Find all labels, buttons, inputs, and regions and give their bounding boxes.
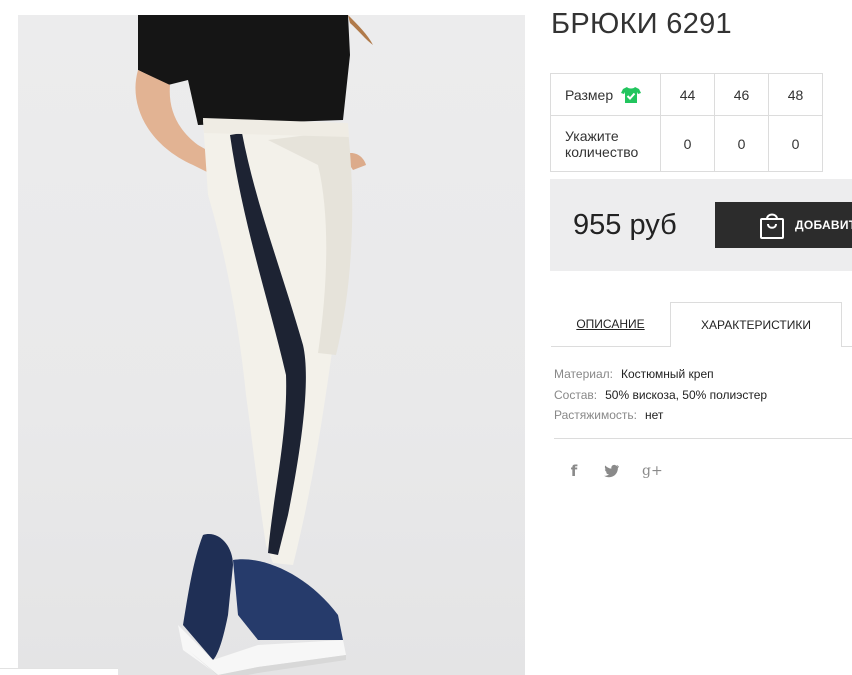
add-to-cart-label: ДОБАВИТЬ (795, 218, 852, 232)
quantity-input-46[interactable]: 0 (714, 115, 769, 172)
shirt-check-icon[interactable] (621, 86, 642, 104)
spec-value: нет (645, 408, 664, 422)
spec-key: Состав: (554, 387, 598, 402)
product-photo[interactable] (18, 15, 525, 675)
photo-thumbnail-strip (0, 668, 118, 675)
tab-characteristics[interactable]: ХАРАКТЕРИСТИКИ (670, 302, 842, 347)
size-table: Размер 44 46 48 Укажите количество 0 0 0 (550, 73, 823, 172)
facebook-icon[interactable]: f (566, 462, 582, 480)
product-title: БРЮКИ 6291 (551, 8, 732, 40)
product-illustration (135, 15, 373, 675)
quantity-label: Укажите количество (550, 115, 661, 172)
spec-value: 50% вискоза, 50% полиэстер (605, 387, 768, 402)
product-tabs: ОПИСАНИЕ ХАРАКТЕРИСТИКИ (551, 302, 852, 347)
googleplus-icon[interactable]: g+ (642, 463, 663, 479)
spec-row-stretch: Растяжимость: нет (554, 405, 767, 426)
social-share: f g+ (566, 462, 663, 480)
shopping-bag-icon (760, 213, 784, 239)
size-label: Размер (565, 86, 614, 103)
divider (554, 438, 852, 439)
size-label-cell: Размер (550, 73, 661, 116)
spec-key: Растяжимость: (554, 408, 638, 422)
price-panel: 955 руб ДОБАВИТЬ (550, 179, 852, 271)
tab-bar-line (842, 302, 852, 347)
size-44[interactable]: 44 (660, 73, 715, 116)
add-to-cart-button[interactable]: ДОБАВИТЬ (715, 202, 852, 248)
quantity-input-44[interactable]: 0 (660, 115, 715, 172)
size-48[interactable]: 48 (768, 73, 823, 116)
quantity-input-48[interactable]: 0 (768, 115, 823, 172)
spec-value: Костюмный креп (620, 367, 714, 381)
spec-row-composition: Состав: 50% вискоза, 50% полиэстер (554, 385, 767, 406)
tab-description[interactable]: ОПИСАНИЕ (551, 302, 670, 347)
spec-row-material: Материал: Костюмный креп (554, 364, 767, 385)
price: 955 руб (573, 209, 677, 241)
spec-key: Материал: (554, 367, 613, 381)
specs-list: Материал: Костюмный креп Состав: 50% виско… (554, 364, 767, 426)
twitter-icon[interactable] (604, 464, 620, 478)
size-46[interactable]: 46 (714, 73, 769, 116)
